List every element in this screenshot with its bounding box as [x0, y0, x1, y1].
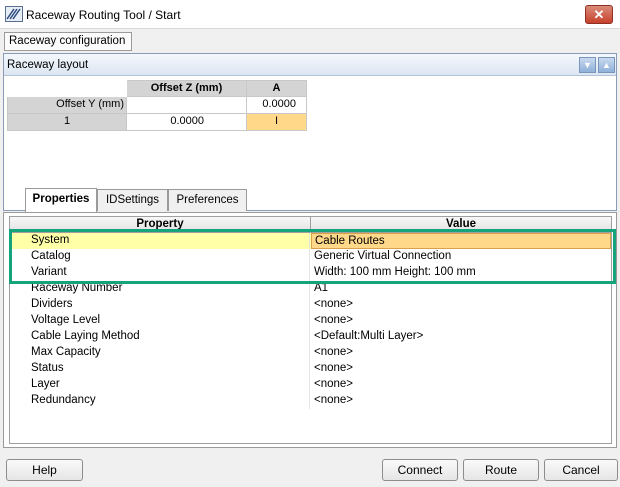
property-row-max-capacity[interactable]: Max Capacity <none>: [10, 345, 611, 361]
property-row-variant[interactable]: Variant Width: 100 mm Height: 100 mm: [10, 265, 611, 281]
window-title: Raceway Routing Tool / Start: [26, 8, 181, 22]
property-name: Layer: [10, 377, 310, 393]
help-button[interactable]: Help: [6, 459, 83, 481]
property-value[interactable]: Width: 100 mm Height: 100 mm: [311, 265, 611, 281]
raceway-configuration-button[interactable]: Raceway configuration: [4, 32, 132, 51]
grid-corner: [7, 80, 127, 97]
raceway-layout-title: Raceway layout: [7, 59, 89, 71]
value-column-header[interactable]: Value: [311, 217, 611, 233]
connect-button[interactable]: Connect: [382, 459, 458, 481]
window-body: Raceway configuration Raceway layout ▼ ▲…: [0, 29, 620, 487]
tab-preferences[interactable]: Preferences: [168, 189, 247, 211]
property-name: Max Capacity: [10, 345, 310, 361]
property-value[interactable]: <none>: [311, 361, 611, 377]
property-value[interactable]: <none>: [311, 313, 611, 329]
tab-idsettings[interactable]: IDSettings: [97, 189, 168, 211]
property-value[interactable]: <Default:Multi Layer>: [311, 329, 611, 345]
collapse-icon[interactable]: ▼: [579, 57, 596, 73]
close-button[interactable]: ✕: [585, 5, 613, 24]
offset-y-empty-cell[interactable]: [127, 97, 247, 114]
property-row-voltage-level[interactable]: Voltage Level <none>: [10, 313, 611, 329]
property-value[interactable]: <none>: [311, 377, 611, 393]
property-name: Raceway Number: [10, 281, 310, 297]
row1-a-cell[interactable]: I: [247, 114, 307, 131]
title-bar: Raceway Routing Tool / Start ✕: [0, 0, 620, 29]
property-name: Catalog: [10, 249, 310, 265]
offset-y-a-cell[interactable]: 0.0000: [247, 97, 307, 114]
pin-icon[interactable]: ▲: [598, 57, 615, 73]
raceway-app-icon: [5, 6, 23, 22]
property-row-status[interactable]: Status <none>: [10, 361, 611, 377]
property-name: System: [10, 233, 310, 249]
property-value[interactable]: <none>: [311, 393, 611, 409]
raceway-layout-header: Raceway layout ▼ ▲: [4, 54, 616, 76]
property-value[interactable]: <none>: [311, 297, 611, 313]
properties-panel: Property Value System Cable Routes Catal…: [3, 212, 617, 448]
property-name: Cable Laying Method: [10, 329, 310, 345]
properties-grid: Property Value System Cable Routes Catal…: [9, 216, 612, 444]
property-value[interactable]: <none>: [311, 345, 611, 361]
property-value[interactable]: Cable Routes: [311, 233, 611, 249]
row1-offset-z-cell[interactable]: 0.0000: [127, 114, 247, 131]
property-value[interactable]: A1: [311, 281, 611, 297]
property-row-layer[interactable]: Layer <none>: [10, 377, 611, 393]
property-column-header[interactable]: Property: [10, 217, 311, 233]
property-name: Redundancy: [10, 393, 310, 409]
row-header-offset-y[interactable]: Offset Y (mm): [7, 97, 127, 114]
route-button[interactable]: Route: [463, 459, 539, 481]
property-row-cable-laying-method[interactable]: Cable Laying Method <Default:Multi Layer…: [10, 329, 611, 345]
property-row-raceway-number[interactable]: Raceway Number A1: [10, 281, 611, 297]
property-row-dividers[interactable]: Dividers <none>: [10, 297, 611, 313]
cancel-button[interactable]: Cancel: [544, 459, 618, 481]
property-row-catalog[interactable]: Catalog Generic Virtual Connection: [10, 249, 611, 265]
property-name: Status: [10, 361, 310, 377]
row-header-1[interactable]: 1: [7, 114, 127, 131]
property-name: Voltage Level: [10, 313, 310, 329]
property-row-redundancy[interactable]: Redundancy <none>: [10, 393, 611, 409]
property-value[interactable]: Generic Virtual Connection: [311, 249, 611, 265]
property-name: Dividers: [10, 297, 310, 313]
property-name: Variant: [10, 265, 310, 281]
col-header-offset-z[interactable]: Offset Z (mm): [127, 80, 247, 97]
col-header-a[interactable]: A: [247, 80, 307, 97]
property-row-system[interactable]: System Cable Routes: [10, 233, 611, 249]
tab-properties[interactable]: Properties: [25, 188, 97, 212]
